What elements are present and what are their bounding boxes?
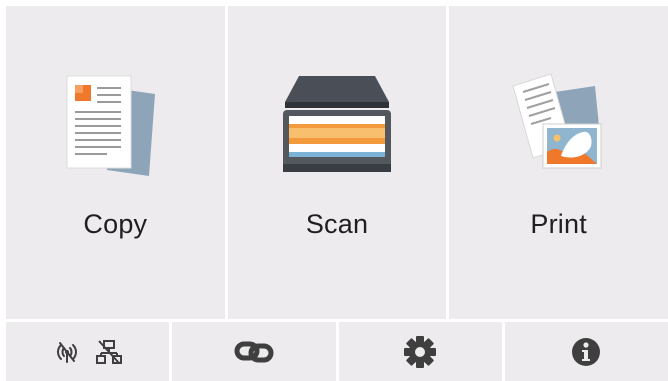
copy-tile[interactable]: Copy [6, 6, 225, 319]
bottom-toolbar [6, 322, 668, 381]
wireless-off-icon [56, 341, 77, 363]
print-label: Print [530, 209, 587, 239]
scan-label: Scan [305, 209, 369, 239]
print-photo-icon [512, 73, 602, 169]
connect-button[interactable] [172, 322, 336, 381]
gear-icon [404, 335, 437, 368]
network-status-button[interactable] [6, 322, 170, 381]
printer-home-screen: Copy Scan Print [0, 0, 668, 381]
copy-label: Copy [83, 209, 148, 239]
copy-document-icon [66, 75, 156, 176]
flatbed-scanner-icon [283, 76, 391, 172]
link-icon [234, 341, 274, 362]
print-tile[interactable]: Print [449, 6, 668, 319]
scan-tile[interactable]: Scan [227, 6, 447, 319]
settings-button[interactable] [338, 322, 502, 381]
main-menu: Copy Scan Print [6, 6, 668, 319]
info-icon [572, 337, 601, 366]
info-button[interactable] [504, 322, 668, 381]
wired-lan-off-icon [95, 339, 122, 364]
